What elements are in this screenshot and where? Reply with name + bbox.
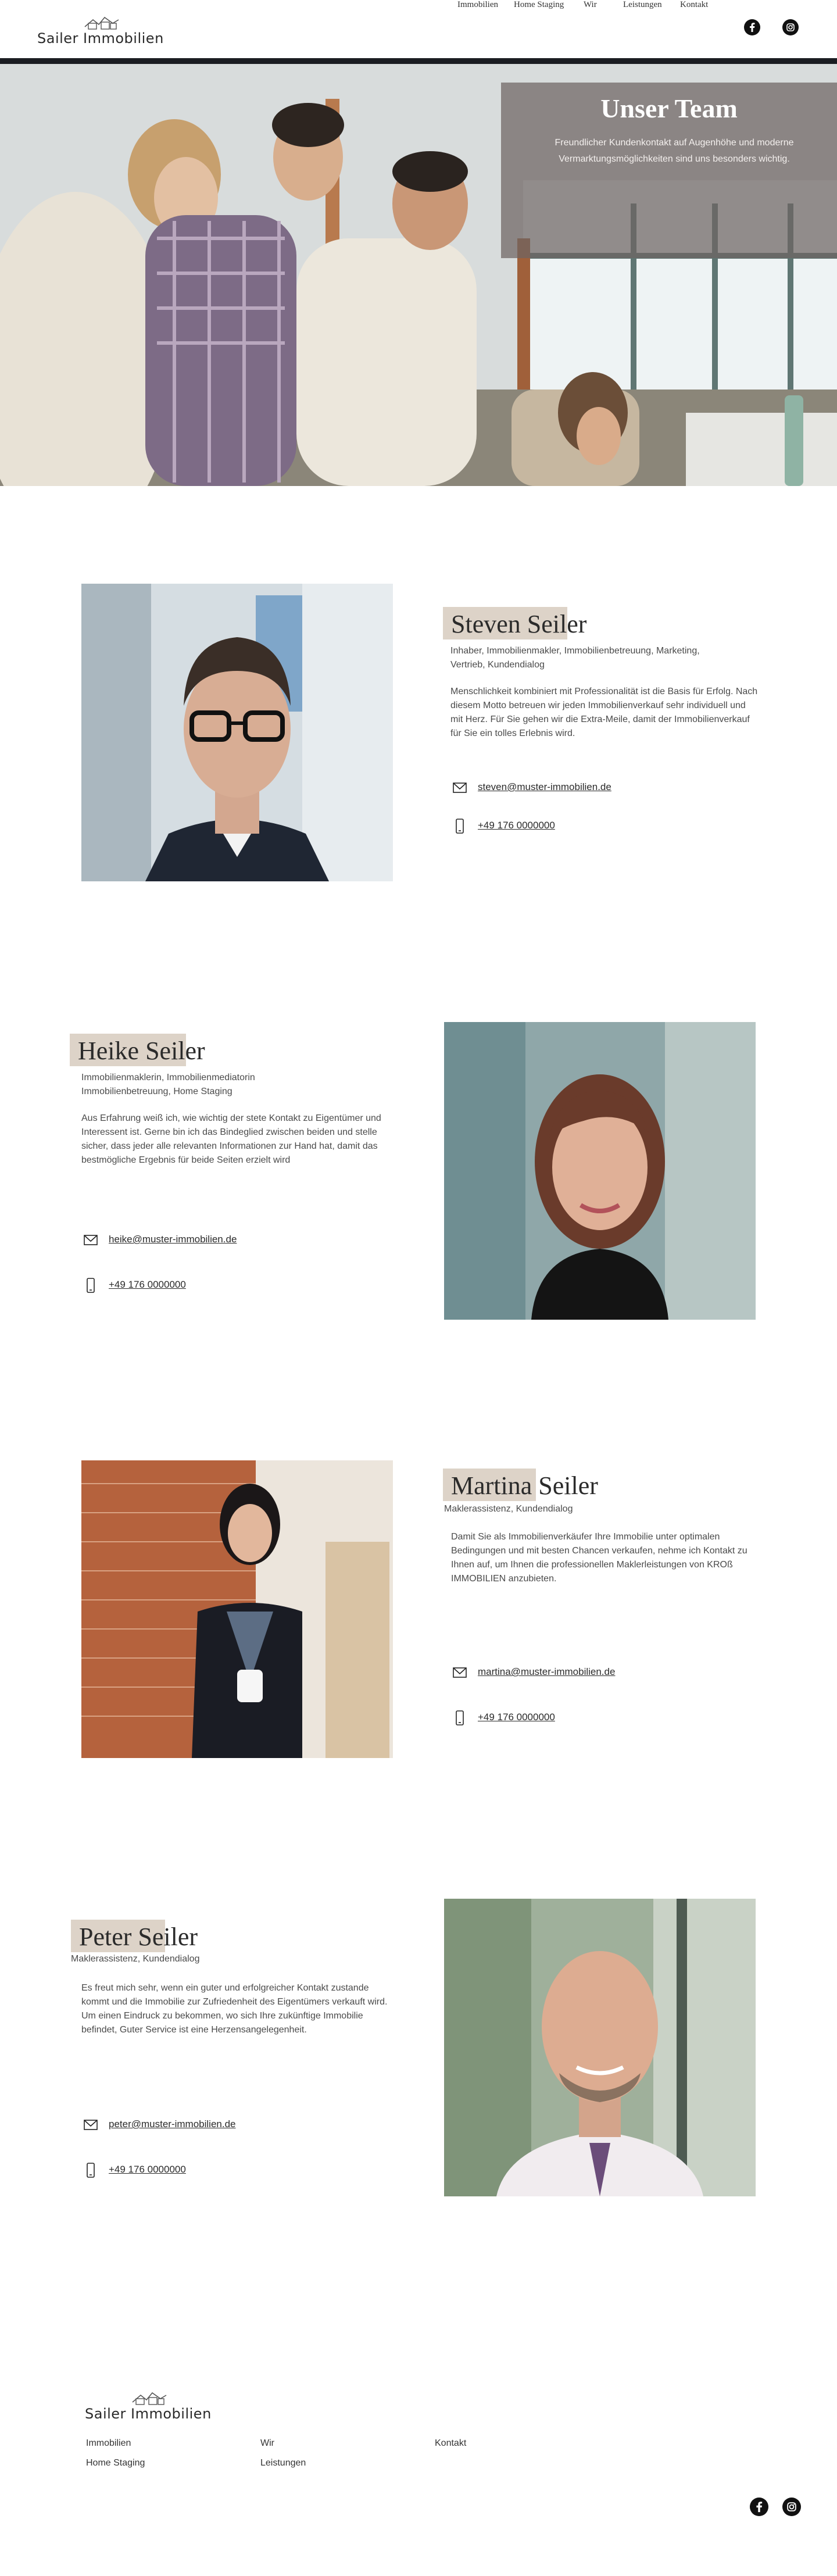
phone-icon <box>87 1278 95 1293</box>
footer-facebook-icon[interactable] <box>750 2498 768 2516</box>
member-photo-martina <box>81 1460 393 1758</box>
nav-item-wir[interactable]: Wir <box>584 0 597 10</box>
phone-link-heike[interactable]: +49 176 0000000 <box>109 1279 186 1291</box>
nav-item-immobilien[interactable]: Immobilien <box>457 0 498 10</box>
email-row-martina: martina@muster-immobilien.de <box>452 1664 685 1681</box>
member-photo-peter <box>444 1899 756 2196</box>
email-link-steven[interactable]: steven@muster-immobilien.de <box>478 781 611 793</box>
last-name: Seiler <box>145 1037 205 1065</box>
member-name-martina: Martina Seiler <box>443 1469 664 1501</box>
hero-subtitle: Freundlicher Kundenkontakt auf Augenhöhe… <box>555 138 794 164</box>
nav-item-leistungen[interactable]: Leistungen <box>623 0 662 10</box>
member-text-steven: Menschlichkeit kombiniert mit Profession… <box>450 687 758 738</box>
member-role-peter: Maklerassistenz, Kundendialog <box>71 1954 200 1964</box>
site-header: Sailer Immobilien Immobilien Home Stagin… <box>0 0 837 58</box>
last-name: Seiler <box>527 610 587 638</box>
mail-icon <box>84 1235 98 1245</box>
nav-item-kontakt[interactable]: Kontakt <box>680 0 708 10</box>
email-row-heike: heike@muster-immobilien.de <box>83 1231 316 1249</box>
last-name: Seiler <box>538 1471 598 1500</box>
first-name: Martina <box>451 1471 532 1500</box>
phone-row-martina: +49 176 0000000 <box>452 1709 685 1727</box>
house-logo-icon <box>132 2392 167 2405</box>
house-logo-icon <box>84 16 119 30</box>
logo-text: Sailer Immobilien <box>37 30 164 47</box>
first-name: Steven <box>451 610 521 638</box>
header-divider <box>0 58 837 64</box>
phone-row-peter: +49 176 0000000 <box>83 2161 316 2179</box>
email-link-martina[interactable]: martina@muster-immobilien.de <box>478 1666 615 1678</box>
footer-link-kontakt[interactable]: Kontakt <box>435 2438 466 2449</box>
phone-icon <box>456 1710 464 1725</box>
member-text-martina: Damit Sie als Immobilienverkäufer Ihre I… <box>451 1532 747 1584</box>
logo[interactable]: Sailer Immobilien <box>37 15 171 50</box>
hero-title: Unser Team <box>600 94 738 123</box>
email-link-peter[interactable]: peter@muster-immobilien.de <box>109 2118 236 2130</box>
member-name-heike: Heike Seiler <box>70 1034 291 1066</box>
mail-icon <box>84 2120 98 2130</box>
member-text-heike: Aus Erfahrung weiß ich, wie wichtig der … <box>81 1113 381 1165</box>
footer-link-home-staging[interactable]: Home Staging <box>86 2458 145 2468</box>
member-name-steven: Steven Seiler <box>443 607 664 639</box>
footer-logo-text: Sailer Immobilien <box>85 2406 212 2422</box>
member-photo-heike <box>444 1022 756 1320</box>
phone-icon <box>87 2163 95 2178</box>
footer-instagram-icon[interactable] <box>782 2498 801 2516</box>
email-row-peter: peter@muster-immobilien.de <box>83 2116 316 2134</box>
footer-logo[interactable]: Sailer Immobilien <box>85 2391 219 2428</box>
nav-item-home-staging[interactable]: Home Staging <box>514 0 564 10</box>
first-name: Peter <box>79 1923 132 1951</box>
email-row-steven: steven@muster-immobilien.de <box>452 779 685 796</box>
instagram-icon[interactable] <box>782 19 799 35</box>
mail-icon <box>453 783 467 793</box>
member-role-heike: Immobilienmaklerin, Immobilienmediatorin… <box>81 1073 255 1096</box>
footer-link-immobilien[interactable]: Immobilien <box>86 2438 131 2449</box>
member-role-steven: Inhaber, Immobilienmakler, Immobilienbet… <box>450 646 700 670</box>
hero-team-photo: Unser Team Freundlicher Kundenkontakt au… <box>0 64 837 486</box>
phone-row-heike: +49 176 0000000 <box>83 1277 316 1294</box>
last-name: Seiler <box>138 1923 198 1951</box>
mail-icon <box>453 1667 467 1678</box>
email-link-heike[interactable]: heike@muster-immobilien.de <box>109 1234 237 1245</box>
phone-row-steven: +49 176 0000000 <box>452 817 685 835</box>
first-name: Heike <box>78 1037 140 1065</box>
facebook-icon[interactable] <box>744 19 760 35</box>
phone-link-steven[interactable]: +49 176 0000000 <box>478 820 555 831</box>
phone-link-martina[interactable]: +49 176 0000000 <box>478 1712 555 1723</box>
phone-link-peter[interactable]: +49 176 0000000 <box>109 2164 186 2175</box>
member-photo-steven <box>81 584 393 881</box>
member-role-martina: Maklerassistenz, Kundendialog <box>444 1504 573 1514</box>
member-name-peter: Peter Seiler <box>71 1920 292 1952</box>
phone-icon <box>456 819 464 834</box>
footer-link-leistungen[interactable]: Leistungen <box>260 2458 306 2468</box>
member-text-peter: Es freut mich sehr, wenn ein guter und e… <box>81 1983 388 2035</box>
footer-link-wir[interactable]: Wir <box>260 2438 274 2449</box>
